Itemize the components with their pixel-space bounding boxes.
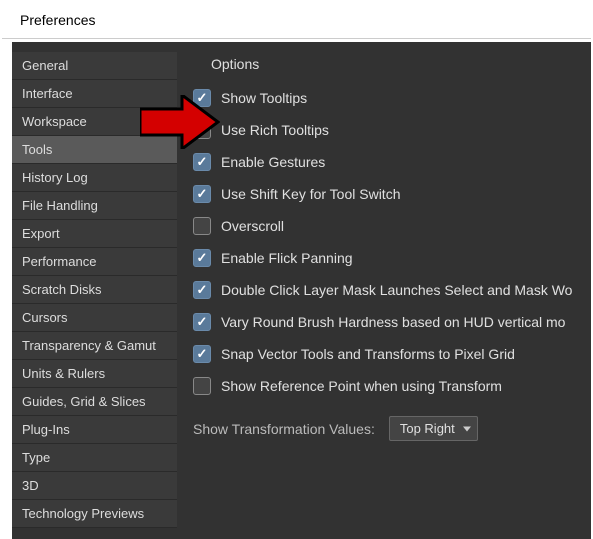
- option-checkbox[interactable]: [193, 121, 211, 139]
- sidebar-item-interface[interactable]: Interface: [12, 80, 177, 108]
- option-label: Overscroll: [221, 218, 284, 234]
- option-checkbox[interactable]: [193, 377, 211, 395]
- sidebar-item-3d[interactable]: 3D: [12, 472, 177, 500]
- option-row: Enable Gestures: [193, 146, 591, 178]
- transform-values-selected: Top Right: [400, 421, 455, 436]
- content-area: GeneralInterfaceWorkspaceToolsHistory Lo…: [12, 42, 591, 539]
- preferences-window: Preferences GeneralInterfaceWorkspaceToo…: [2, 2, 591, 539]
- options-panel: Options Show Tooltips Use Rich Tooltips En…: [177, 42, 591, 539]
- sidebar-item-cursors[interactable]: Cursors: [12, 304, 177, 332]
- option-checkbox[interactable]: [193, 281, 211, 299]
- option-checkbox[interactable]: [193, 313, 211, 331]
- option-row: Double Click Layer Mask Launches Select …: [193, 274, 591, 306]
- option-label: Show Tooltips: [221, 90, 307, 106]
- option-row: Vary Round Brush Hardness based on HUD v…: [193, 306, 591, 338]
- transform-values-select[interactable]: Top Right: [389, 416, 478, 441]
- category-sidebar: GeneralInterfaceWorkspaceToolsHistory Lo…: [12, 42, 177, 539]
- option-label: Enable Flick Panning: [221, 250, 353, 266]
- window-title: Preferences: [2, 2, 591, 39]
- sidebar-item-transparency-gamut[interactable]: Transparency & Gamut: [12, 332, 177, 360]
- options-title: Options: [193, 52, 591, 82]
- option-row: Enable Flick Panning: [193, 242, 591, 274]
- option-checkbox[interactable]: [193, 217, 211, 235]
- option-label: Vary Round Brush Hardness based on HUD v…: [221, 314, 565, 330]
- option-checkbox[interactable]: [193, 249, 211, 267]
- option-checkbox[interactable]: [193, 89, 211, 107]
- option-row: Show Reference Point when using Transfor…: [193, 370, 591, 402]
- option-label: Use Rich Tooltips: [221, 122, 329, 138]
- sidebar-item-file-handling[interactable]: File Handling: [12, 192, 177, 220]
- sidebar-item-units-rulers[interactable]: Units & Rulers: [12, 360, 177, 388]
- option-row: Use Rich Tooltips: [193, 114, 591, 146]
- option-label: Enable Gestures: [221, 154, 325, 170]
- sidebar-item-performance[interactable]: Performance: [12, 248, 177, 276]
- option-row: Use Shift Key for Tool Switch: [193, 178, 591, 210]
- option-row: Snap Vector Tools and Transforms to Pixe…: [193, 338, 591, 370]
- option-row: Overscroll: [193, 210, 591, 242]
- transform-values-row: Show Transformation Values: Top Right: [193, 402, 591, 455]
- option-label: Use Shift Key for Tool Switch: [221, 186, 400, 202]
- option-label: Show Reference Point when using Transfor…: [221, 378, 502, 394]
- option-checkbox[interactable]: [193, 185, 211, 203]
- sidebar-item-export[interactable]: Export: [12, 220, 177, 248]
- sidebar-item-plug-ins[interactable]: Plug-Ins: [12, 416, 177, 444]
- option-checkbox[interactable]: [193, 153, 211, 171]
- option-row: Show Tooltips: [193, 82, 591, 114]
- option-label: Double Click Layer Mask Launches Select …: [221, 282, 572, 298]
- sidebar-item-scratch-disks[interactable]: Scratch Disks: [12, 276, 177, 304]
- sidebar-item-tools[interactable]: Tools: [12, 136, 177, 164]
- sidebar-item-workspace[interactable]: Workspace: [12, 108, 177, 136]
- sidebar-item-type[interactable]: Type: [12, 444, 177, 472]
- sidebar-item-general[interactable]: General: [12, 52, 177, 80]
- transform-values-label: Show Transformation Values:: [193, 421, 375, 437]
- sidebar-item-technology-previews[interactable]: Technology Previews: [12, 500, 177, 528]
- sidebar-item-history-log[interactable]: History Log: [12, 164, 177, 192]
- options-list: Show Tooltips Use Rich Tooltips Enable Ges…: [193, 82, 591, 402]
- option-label: Snap Vector Tools and Transforms to Pixe…: [221, 346, 515, 362]
- option-checkbox[interactable]: [193, 345, 211, 363]
- sidebar-item-guides-grid-slices[interactable]: Guides, Grid & Slices: [12, 388, 177, 416]
